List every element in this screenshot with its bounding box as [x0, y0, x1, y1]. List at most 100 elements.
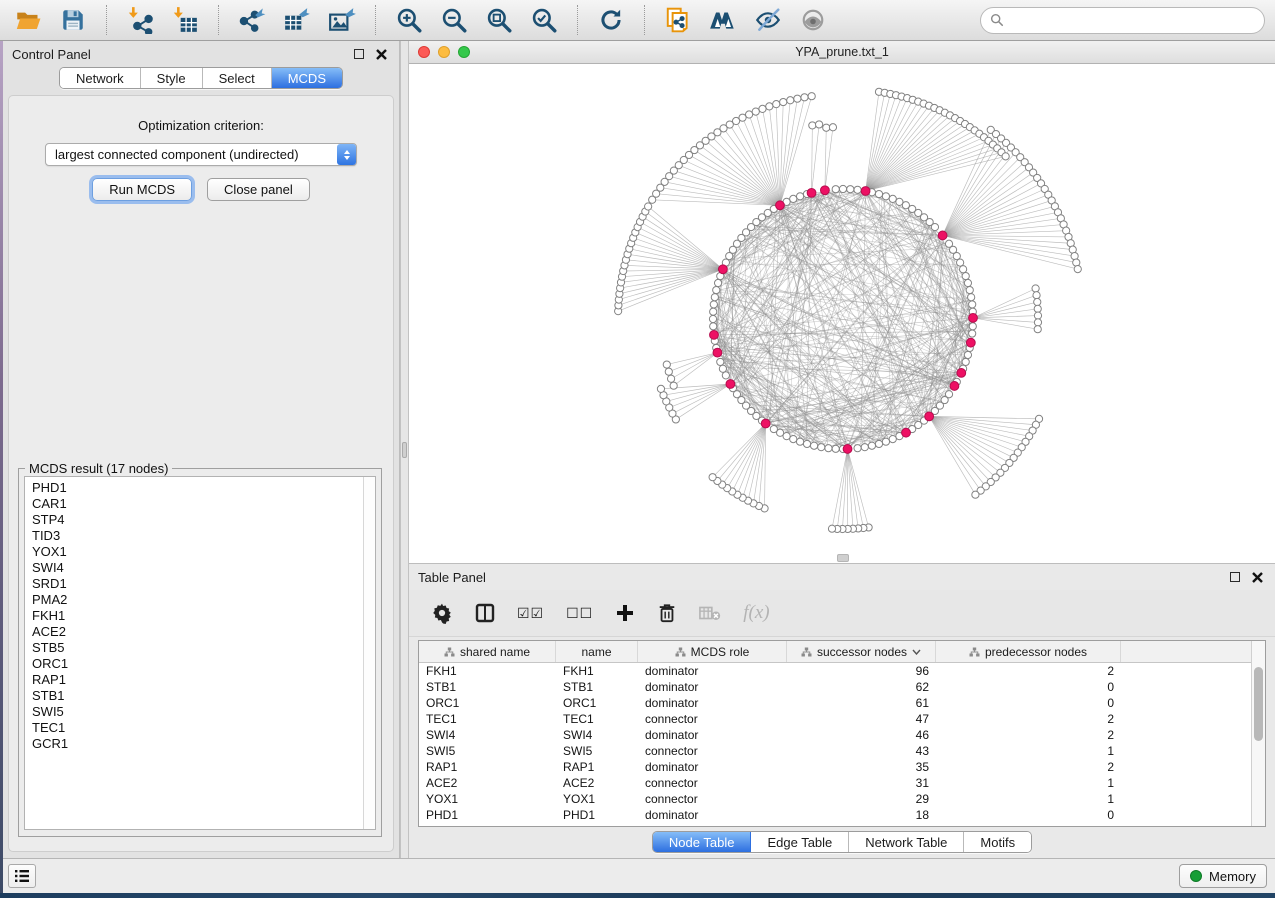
leaf-node[interactable] — [1034, 326, 1041, 333]
cell-name[interactable]: ORC1 — [556, 696, 638, 710]
hide-selected-icon[interactable] — [750, 3, 786, 37]
select-all-rows-icon[interactable]: ☑☑ — [517, 598, 544, 628]
ring-node[interactable] — [711, 294, 718, 301]
first-neighbors-icon[interactable] — [705, 3, 741, 37]
cell-shared_name[interactable]: PHD1 — [419, 808, 556, 822]
mcds-node[interactable] — [902, 428, 911, 437]
mcds-result-item[interactable]: STB5 — [32, 640, 375, 656]
mcds-result-item[interactable]: TID3 — [32, 528, 375, 544]
run-mcds-button[interactable]: Run MCDS — [92, 178, 192, 201]
cell-predecessor_nodes[interactable]: 1 — [936, 792, 1121, 806]
ring-node[interactable] — [969, 323, 976, 330]
optimization-criterion-select[interactable]: largest connected component (undirected) — [45, 143, 357, 166]
mcds-result-item[interactable]: SWI5 — [32, 704, 375, 720]
mcds-list-scrollbar[interactable] — [363, 477, 375, 829]
ring-node[interactable] — [803, 440, 810, 447]
leaf-node[interactable] — [823, 124, 830, 131]
cell-predecessor_nodes[interactable]: 2 — [936, 760, 1121, 774]
mcds-result-item[interactable]: FKH1 — [32, 608, 375, 624]
mcds-node[interactable] — [710, 330, 719, 339]
mcds-node[interactable] — [843, 445, 852, 454]
leaf-node[interactable] — [752, 108, 759, 115]
network-canvas[interactable] — [409, 64, 1275, 563]
table-row[interactable]: FKH1FKH1dominator962 — [419, 663, 1251, 679]
show-columns-icon[interactable] — [475, 598, 495, 628]
ring-node[interactable] — [968, 294, 975, 301]
leaf-node[interactable] — [794, 95, 801, 102]
leaf-node[interactable] — [1032, 285, 1039, 292]
table-scrollbar[interactable] — [1251, 641, 1265, 826]
cell-predecessor_nodes[interactable]: 2 — [936, 712, 1121, 726]
cell-shared_name[interactable]: FKH1 — [419, 664, 556, 678]
leaf-node[interactable] — [1073, 259, 1080, 266]
ring-node[interactable] — [710, 323, 717, 330]
export-image-icon[interactable] — [324, 3, 360, 37]
cell-predecessor_nodes[interactable]: 0 — [936, 808, 1121, 822]
table-row[interactable]: STB1STB1dominator620 — [419, 679, 1251, 695]
ring-node[interactable] — [861, 444, 868, 451]
ring-node[interactable] — [709, 315, 716, 322]
network-window-titlebar[interactable]: YPA_prune.txt_1 — [409, 41, 1275, 64]
cell-name[interactable]: PHD1 — [556, 808, 638, 822]
ring-node[interactable] — [854, 445, 861, 452]
cell-mcds_role[interactable]: dominator — [638, 680, 787, 694]
cell-successor_nodes[interactable]: 29 — [787, 792, 936, 806]
mcds-result-item[interactable]: CAR1 — [32, 496, 375, 512]
cell-predecessor_nodes[interactable]: 1 — [936, 776, 1121, 790]
table-scrollbar-thumb[interactable] — [1254, 667, 1263, 741]
ring-node[interactable] — [964, 279, 971, 286]
ring-node[interactable] — [717, 358, 724, 365]
splitter-grip[interactable] — [402, 442, 407, 458]
cell-predecessor_nodes[interactable]: 1 — [936, 744, 1121, 758]
cell-mcds_role[interactable]: dominator — [638, 664, 787, 678]
open-file-icon[interactable] — [10, 3, 46, 37]
import-network-icon[interactable] — [122, 3, 158, 37]
ring-node[interactable] — [847, 186, 854, 193]
leaf-node[interactable] — [801, 94, 808, 101]
leaf-node[interactable] — [667, 375, 674, 382]
mcds-node[interactable] — [966, 338, 975, 347]
cell-shared_name[interactable]: SWI5 — [419, 744, 556, 758]
leaf-node[interactable] — [657, 385, 664, 392]
ring-node[interactable] — [957, 259, 964, 266]
leaf-node[interactable] — [1034, 305, 1041, 312]
ring-node[interactable] — [710, 301, 717, 308]
mcds-node[interactable] — [807, 188, 816, 197]
ring-node[interactable] — [966, 286, 973, 293]
tab-network-table[interactable]: Network Table — [849, 832, 964, 852]
ring-node[interactable] — [790, 195, 797, 202]
table-row[interactable]: SWI4SWI4dominator462 — [419, 727, 1251, 743]
table-row[interactable]: ORC1ORC1dominator610 — [419, 695, 1251, 711]
ring-node[interactable] — [962, 358, 969, 365]
panel-splitter[interactable] — [400, 41, 409, 858]
tab-style[interactable]: Style — [141, 68, 203, 88]
leaf-node[interactable] — [829, 124, 836, 131]
table-row[interactable]: SWI5SWI5connector431 — [419, 743, 1251, 759]
function-builder-icon[interactable]: f(x) — [743, 598, 769, 628]
cell-successor_nodes[interactable]: 96 — [787, 664, 936, 678]
mcds-node[interactable] — [938, 231, 947, 240]
canvas-scrollbar-thumb[interactable] — [837, 554, 849, 562]
cell-successor_nodes[interactable]: 47 — [787, 712, 936, 726]
leaf-node[interactable] — [1074, 266, 1081, 273]
export-table-icon[interactable] — [279, 3, 315, 37]
ring-node[interactable] — [875, 440, 882, 447]
import-table-icon[interactable] — [167, 3, 203, 37]
leaf-node[interactable] — [773, 101, 780, 108]
leaf-node[interactable] — [816, 121, 823, 128]
zoom-in-icon[interactable] — [391, 3, 427, 37]
cell-shared_name[interactable]: STB1 — [419, 680, 556, 694]
leaf-node[interactable] — [645, 203, 652, 210]
mcds-node[interactable] — [861, 187, 870, 196]
ring-node[interactable] — [818, 444, 825, 451]
close-mcds-panel-button[interactable]: Close panel — [207, 178, 310, 201]
memory-button[interactable]: Memory — [1179, 864, 1267, 888]
close-table-panel-button[interactable] — [1248, 568, 1266, 586]
leaf-node[interactable] — [1034, 319, 1041, 326]
leaf-node[interactable] — [828, 525, 835, 532]
leaf-node[interactable] — [1002, 153, 1009, 160]
cell-name[interactable]: FKH1 — [556, 664, 638, 678]
cell-shared_name[interactable]: TEC1 — [419, 712, 556, 726]
cell-mcds_role[interactable]: connector — [638, 712, 787, 726]
leaf-node[interactable] — [745, 111, 752, 118]
